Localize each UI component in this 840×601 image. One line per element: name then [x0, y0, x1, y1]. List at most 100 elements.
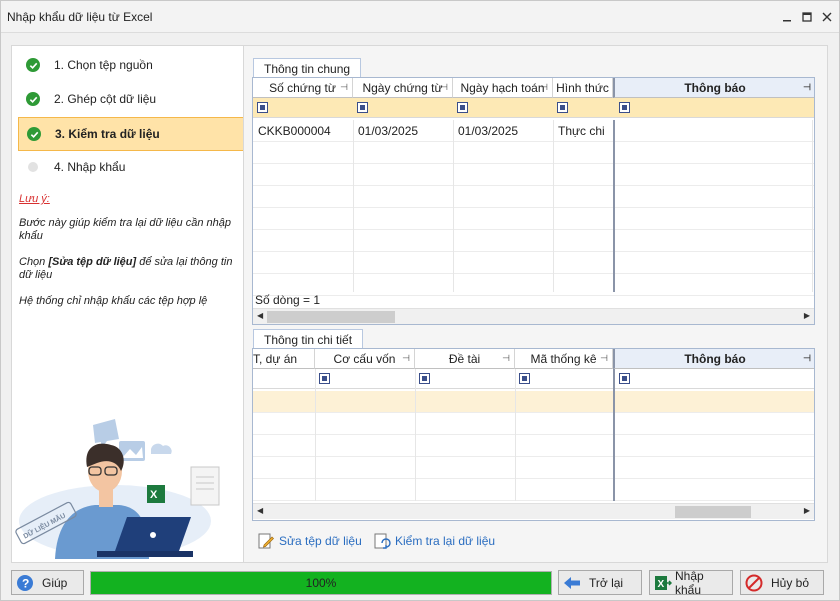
column-header-posting-date[interactable]: Ngày hạch toán ⊣: [453, 78, 553, 98]
illustration: X DỮ LIỆU MẪU: [15, 419, 220, 559]
check-circle-icon: [26, 92, 40, 106]
window-title: Nhập khẩu dữ liệu từ Excel: [7, 10, 153, 24]
step-choose-source[interactable]: 1. Chọn tệp nguồn: [18, 48, 244, 82]
filter-checkbox[interactable]: [319, 373, 330, 384]
column-header-statistic-code[interactable]: Mã thống kê ⊣: [515, 349, 613, 369]
check-circle-icon: [26, 58, 40, 72]
scroll-thumb[interactable]: [675, 506, 751, 518]
note-title: Lưu ý:: [19, 193, 50, 205]
pin-icon: ⊣: [803, 82, 811, 92]
filter-checkbox[interactable]: [257, 102, 268, 113]
table-row-selected[interactable]: [253, 391, 814, 413]
detail-info-grid: T, dự án Cơ cấu vốn ⊣ Đề tài ⊣ Mã thống kê…: [252, 348, 815, 521]
column-divider: [553, 120, 554, 292]
help-button[interactable]: ? Giúp: [11, 570, 84, 595]
table-row-empty: [253, 435, 814, 457]
filter-checkbox[interactable]: [419, 373, 430, 384]
maximize-button[interactable]: [797, 7, 817, 27]
edit-file-link[interactable]: Sửa tệp dữ liệu: [257, 532, 362, 550]
cancel-icon: [745, 574, 763, 592]
column-header-topic[interactable]: Đề tài ⊣: [415, 349, 515, 369]
column-header-project[interactable]: T, dự án: [253, 349, 315, 369]
excel-icon: X: [147, 485, 165, 503]
recheck-data-link[interactable]: Kiểm tra lại dữ liệu: [373, 532, 495, 550]
column-header-voucher-date[interactable]: Ngày chứng từ ⊣: [353, 78, 453, 98]
horizontal-scrollbar[interactable]: ◀ ▶: [253, 503, 814, 519]
document-icon: [190, 466, 220, 506]
tab-detail-info[interactable]: Thông tin chi tiết: [253, 329, 364, 349]
scroll-left-icon[interactable]: ◀: [257, 311, 263, 320]
step-map-columns[interactable]: 2. Ghép cột dữ liệu: [18, 82, 244, 116]
table-row-empty: [253, 252, 814, 274]
scroll-right-icon[interactable]: ▶: [804, 506, 810, 515]
column-header-message[interactable]: Thông báo ⊣: [613, 78, 814, 98]
note-line-2: Chọn [Sửa tệp dữ liệu] để sửa lại thông …: [19, 256, 233, 281]
pin-icon: ⊣: [340, 82, 348, 92]
step-label: 1. Chọn tệp nguồn: [54, 58, 153, 72]
table-row-empty: [253, 142, 814, 164]
table-row-empty: [253, 274, 814, 296]
pin-icon: ⊣: [803, 353, 811, 363]
cell-voucher-date: 01/03/2025: [358, 124, 419, 138]
pending-dot-icon: [28, 162, 38, 172]
column-divider: [453, 120, 454, 292]
table-row-empty: [253, 413, 814, 435]
check-circle-icon: [27, 127, 41, 141]
svg-text:X: X: [658, 579, 665, 590]
note-line-1: Bước này giúp kiểm tra lại dữ liệu cần n…: [19, 217, 231, 242]
column-header-capital-structure[interactable]: Cơ cấu vốn ⊣: [315, 349, 415, 369]
filter-checkbox[interactable]: [357, 102, 368, 113]
table-row-empty: [253, 457, 814, 479]
svg-text:X: X: [150, 489, 158, 501]
scroll-right-icon[interactable]: ▶: [804, 311, 810, 320]
step-label: 3. Kiểm tra dữ liệu: [55, 127, 160, 141]
filter-checkbox[interactable]: [519, 373, 530, 384]
pin-icon: ⊣: [402, 353, 410, 363]
note-emphasis: [Sửa tệp dữ liệu]: [48, 256, 137, 268]
pin-icon: ⊣: [600, 353, 608, 363]
close-window-button[interactable]: [817, 7, 837, 27]
filter-checkbox[interactable]: [457, 102, 468, 113]
horizontal-scrollbar[interactable]: ◀ ▶: [253, 308, 814, 324]
filter-checkbox[interactable]: [619, 102, 630, 113]
scroll-left-icon[interactable]: ◀: [257, 506, 263, 515]
arrow-left-icon: [563, 574, 581, 592]
row-count: Số dòng = 1: [255, 293, 321, 307]
cancel-button[interactable]: Hủy bỏ: [740, 570, 824, 595]
filter-row: [253, 98, 814, 118]
column-divider: [415, 369, 416, 501]
filter-checkbox[interactable]: [557, 102, 568, 113]
back-button[interactable]: Trở lại: [558, 570, 642, 595]
table-row-empty: [253, 164, 814, 186]
cell-posting-date: 01/03/2025: [458, 124, 519, 138]
step-label: 4. Nhập khẩu: [54, 160, 126, 174]
minimize-button[interactable]: [777, 7, 797, 27]
cell-voucher-no: CKKB000004: [258, 124, 331, 138]
progress-bar: 100%: [90, 571, 552, 595]
table-row[interactable]: CKKB000004 01/03/2025 01/03/2025 Thực ch…: [253, 120, 814, 142]
filter-checkbox[interactable]: [619, 373, 630, 384]
pin-icon: ⊣: [540, 82, 548, 92]
column-header-payment-form[interactable]: Hình thức: [553, 78, 613, 98]
filter-row: [253, 369, 814, 389]
import-button[interactable]: X Nhập khẩu: [649, 569, 733, 597]
step-import[interactable]: 4. Nhập khẩu: [18, 150, 244, 184]
general-info-grid: Số chứng từ ⊣ Ngày chứng từ ⊣ Ngày hạch to…: [252, 77, 815, 325]
step-label: 2. Ghép cột dữ liệu: [54, 92, 157, 106]
step-check-data[interactable]: 3. Kiểm tra dữ liệu: [18, 117, 244, 151]
scroll-thumb[interactable]: [267, 311, 395, 323]
import-excel-window: Nhập khẩu dữ liệu từ Excel 1. Chọn tệp n…: [0, 0, 840, 601]
column-header-message[interactable]: Thông báo ⊣: [613, 349, 814, 369]
column-divider: [515, 369, 516, 501]
note-line-3: Hệ thống chỉ nhập khẩu các tệp hợp lệ: [19, 295, 208, 307]
svg-text:?: ?: [22, 576, 29, 590]
column-divider: [315, 369, 316, 501]
cell-message: [615, 120, 814, 142]
recheck-document-icon: [374, 533, 391, 549]
table-row-empty: [253, 208, 814, 230]
frozen-divider: [613, 369, 615, 501]
column-header-voucher-no[interactable]: Số chứng từ ⊣: [253, 78, 353, 98]
column-divider: [812, 120, 813, 292]
tab-general-info[interactable]: Thông tin chung: [253, 58, 362, 78]
table-row-empty: [253, 479, 814, 501]
